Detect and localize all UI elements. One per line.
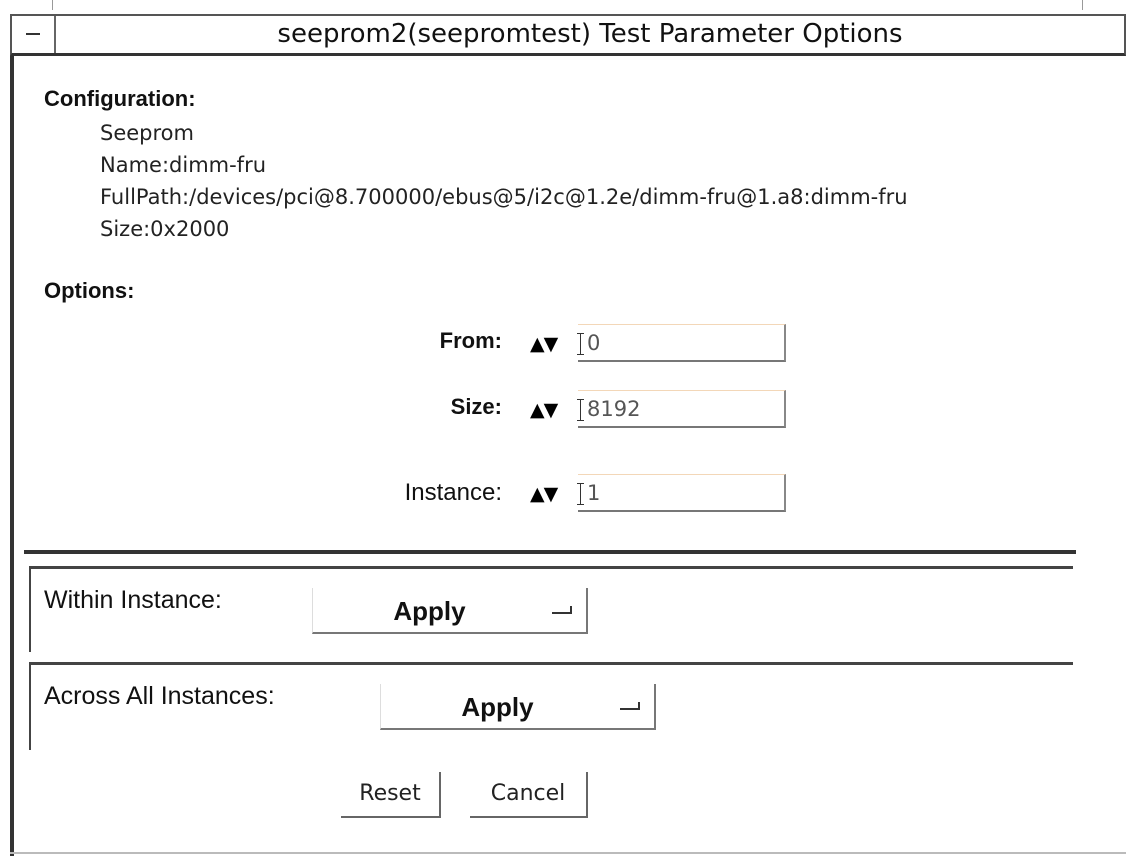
window-menu-button[interactable]	[12, 16, 56, 53]
config-fullpath: FullPath:/devices/pci@8.700000/ebus@5/i2…	[100, 185, 908, 209]
frame-tick	[52, 0, 53, 10]
instance-value: 1	[587, 481, 601, 505]
instance-spinner[interactable]: ▲▼	[530, 483, 558, 505]
frame-tick	[1082, 0, 1083, 10]
reset-button[interactable]: Reset	[341, 772, 441, 818]
across-all-instances-menu-value: Apply	[461, 692, 534, 722]
window-frame-left	[10, 56, 14, 856]
text-caret	[577, 399, 584, 421]
instance-input[interactable]: 1	[577, 474, 786, 512]
instance-label: Instance:	[404, 479, 502, 506]
size-label: Size:	[450, 394, 502, 419]
size-input[interactable]: 8192	[577, 390, 786, 428]
config-type: Seeprom	[100, 121, 194, 145]
config-size: Size:0x2000	[100, 217, 230, 241]
from-input[interactable]: 0	[577, 324, 786, 362]
menu-mark-icon	[552, 606, 572, 614]
window-titlebar[interactable]: seeprom2(seepromtest) Test Parameter Opt…	[10, 14, 1126, 56]
within-instance-menu-value: Apply	[393, 596, 466, 626]
window-title: seeprom2(seepromtest) Test Parameter Opt…	[277, 19, 903, 49]
across-all-instances-menu-button[interactable]: Apply	[380, 684, 656, 730]
within-instance-label: Within Instance:	[44, 586, 222, 614]
window-frame-bottom	[10, 852, 1126, 854]
size-value: 8192	[587, 397, 641, 421]
from-label: From:	[439, 328, 502, 353]
text-caret	[577, 483, 584, 505]
from-value: 0	[587, 331, 601, 355]
from-spinner[interactable]: ▲▼	[530, 333, 558, 355]
config-name: Name:dimm-fru	[100, 153, 267, 177]
options-heading: Options:	[44, 278, 135, 303]
window-menu-icon	[26, 33, 40, 35]
across-all-instances-label: Across All Instances:	[44, 682, 275, 710]
cancel-button[interactable]: Cancel	[470, 772, 588, 818]
menu-mark-icon	[620, 702, 640, 710]
text-caret	[577, 333, 584, 355]
within-instance-menu-button[interactable]: Apply	[312, 588, 588, 634]
section-divider	[24, 550, 1076, 554]
size-spinner[interactable]: ▲▼	[530, 399, 558, 421]
configuration-heading: Configuration:	[44, 86, 196, 111]
